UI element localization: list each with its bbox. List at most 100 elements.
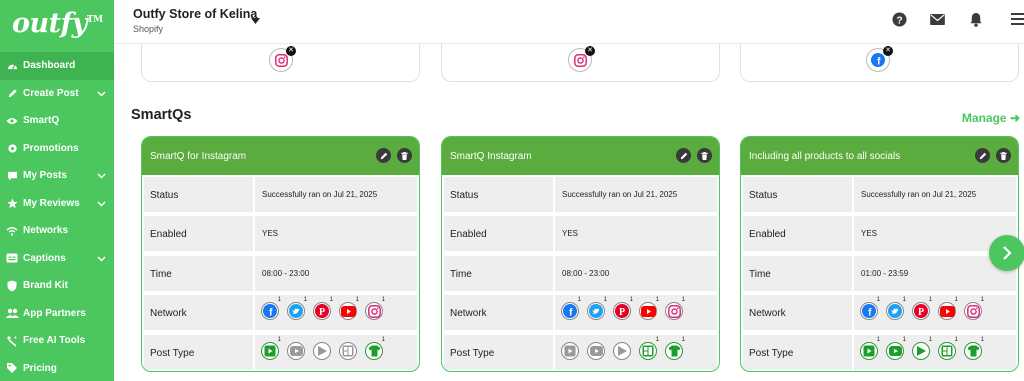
count-badge: 1	[980, 336, 984, 343]
sidebar-item-label: Dashboard	[23, 60, 76, 72]
people-icon	[5, 306, 19, 320]
row-label: Network	[743, 295, 852, 331]
count-badge: 1	[277, 336, 281, 343]
row-label: Status	[743, 177, 852, 212]
carousel-next-button[interactable]	[989, 235, 1024, 271]
smartq-row-status: Status Successfully ran on Jul 21, 2025	[442, 175, 719, 214]
count-badge: 1	[381, 297, 385, 304]
sidebar: outfyTM Dashboard Create Post SmartQ Promot…	[0, 0, 114, 381]
delete-icon[interactable]	[397, 148, 412, 163]
sidebar-item-brand-kit[interactable]: Brand Kit	[0, 272, 114, 300]
row-label: Time	[743, 255, 852, 291]
product-post-icon[interactable]: 1	[365, 337, 385, 360]
help-icon[interactable]: ?	[891, 11, 907, 27]
smartq-row-time: Time 08:00 - 23:00	[142, 254, 419, 293]
video-post-icon[interactable]: 1	[261, 337, 281, 360]
edit-icon[interactable]	[376, 148, 391, 163]
pinterest-icon[interactable]: P1	[912, 297, 932, 321]
facebook-icon[interactable]: f1	[860, 297, 880, 321]
sidebar-item-app-partners[interactable]: App Partners	[0, 300, 114, 328]
sidebar-item-label: SmartQ	[23, 115, 60, 127]
sidebar-item-smartq[interactable]: SmartQ	[0, 107, 114, 135]
sidebar-item-create-post[interactable]: Create Post	[0, 80, 114, 108]
star-icon	[5, 196, 19, 210]
count-badge: 1	[655, 336, 659, 343]
eye-icon	[5, 114, 19, 128]
sidebar-item-dashboard[interactable]: Dashboard	[0, 52, 114, 80]
chevron-down-icon[interactable]	[97, 199, 106, 210]
pinterest-icon[interactable]: P1	[313, 297, 333, 321]
instagram-icon[interactable]: 1	[964, 297, 984, 321]
row-value-status: Successfully ran on Jul 21, 2025	[255, 177, 417, 212]
bell-icon[interactable]	[968, 11, 984, 27]
count-badge: 1	[681, 336, 685, 343]
video-post-icon[interactable]	[561, 341, 579, 360]
video-post-icon[interactable]: 1	[860, 337, 880, 360]
youtube-post-icon[interactable]	[587, 341, 605, 360]
sidebar-item-captions[interactable]: Captions	[0, 245, 114, 273]
pinterest-icon[interactable]: P1	[613, 297, 633, 321]
collage-post-icon[interactable]: 1	[938, 337, 958, 360]
chevron-down-icon[interactable]	[97, 89, 106, 100]
sidebar-item-my-posts[interactable]: My Posts	[0, 162, 114, 190]
play-post-icon[interactable]: 1	[912, 337, 932, 360]
sidebar-item-label: Create Post	[23, 87, 79, 99]
youtube-icon[interactable]: 1	[639, 297, 659, 321]
remove-network-icon[interactable]: ✕	[883, 46, 893, 56]
product-post-icon[interactable]: 1	[964, 337, 984, 360]
chevron-right-icon	[1003, 246, 1012, 260]
chevron-down-icon[interactable]	[97, 171, 106, 182]
svg-text:P: P	[918, 307, 924, 318]
youtube-icon[interactable]: 1	[938, 297, 958, 321]
product-post-icon[interactable]: 1	[665, 337, 685, 360]
play-post-icon[interactable]	[313, 341, 331, 360]
edit-icon[interactable]	[975, 148, 990, 163]
youtube-post-icon[interactable]	[287, 341, 305, 360]
youtube-post-icon[interactable]: 1	[886, 337, 906, 360]
twitter-icon[interactable]: 1	[587, 297, 607, 321]
row-label: Post Type	[743, 334, 852, 370]
store-name[interactable]: Outfy Store of Kelina	[133, 7, 257, 21]
collage-post-icon[interactable]	[339, 341, 357, 360]
row-value-status: Successfully ran on Jul 21, 2025	[555, 177, 717, 212]
sidebar-item-my-reviews[interactable]: My Reviews	[0, 190, 114, 218]
manage-link[interactable]: Manage ➜	[962, 111, 1020, 125]
collage-post-icon[interactable]: 1	[639, 337, 659, 360]
ai-icon	[5, 334, 19, 348]
sidebar-item-promotions[interactable]: Promotions	[0, 135, 114, 163]
sidebar-item-label: Captions	[23, 252, 66, 264]
count-badge: 1	[303, 297, 307, 304]
count-badge: 1	[577, 297, 581, 304]
smartq-card: SmartQ for Instagram Status Successfully r…	[141, 136, 420, 372]
section-title-smartqs: SmartQs	[131, 107, 192, 123]
delete-icon[interactable]	[697, 148, 712, 163]
facebook-icon[interactable]: f1	[561, 297, 581, 321]
remove-network-icon[interactable]: ✕	[286, 46, 296, 56]
mail-icon[interactable]	[929, 11, 945, 27]
chevron-down-icon[interactable]	[97, 254, 106, 265]
smartq-row-time: Time 08:00 - 23:00	[442, 254, 719, 293]
count-badge: 1	[928, 336, 932, 343]
sidebar-item-free-ai-tools[interactable]: Free AI Tools	[0, 327, 114, 355]
instagram-icon[interactable]: 1	[665, 297, 685, 321]
sidebar-item-networks[interactable]: Networks	[0, 217, 114, 245]
store-platform: Shopify	[133, 24, 164, 34]
instagram-icon[interactable]: 1	[365, 297, 385, 321]
count-badge: 1	[355, 297, 359, 304]
menu-icon[interactable]	[1010, 11, 1024, 27]
sidebar-item-pricing[interactable]: Pricing	[0, 355, 114, 381]
edit-icon[interactable]	[676, 148, 691, 163]
smartq-card-summary: f ✕	[740, 44, 1019, 82]
outfy-logo[interactable]: outfyTM	[12, 8, 103, 39]
smartq-card-title: Including all products to all socials	[749, 151, 901, 162]
caret-down-icon[interactable]	[251, 11, 260, 29]
remove-network-icon[interactable]: ✕	[585, 46, 595, 56]
youtube-icon[interactable]: 1	[339, 297, 359, 321]
facebook-icon[interactable]: f1	[261, 297, 281, 321]
play-post-icon[interactable]	[613, 341, 631, 360]
facebook-icon: f ✕	[866, 46, 893, 72]
twitter-icon[interactable]: 1	[886, 297, 906, 321]
delete-icon[interactable]	[996, 148, 1011, 163]
twitter-icon[interactable]: 1	[287, 297, 307, 321]
arrow-right-icon: ➜	[1009, 111, 1020, 125]
